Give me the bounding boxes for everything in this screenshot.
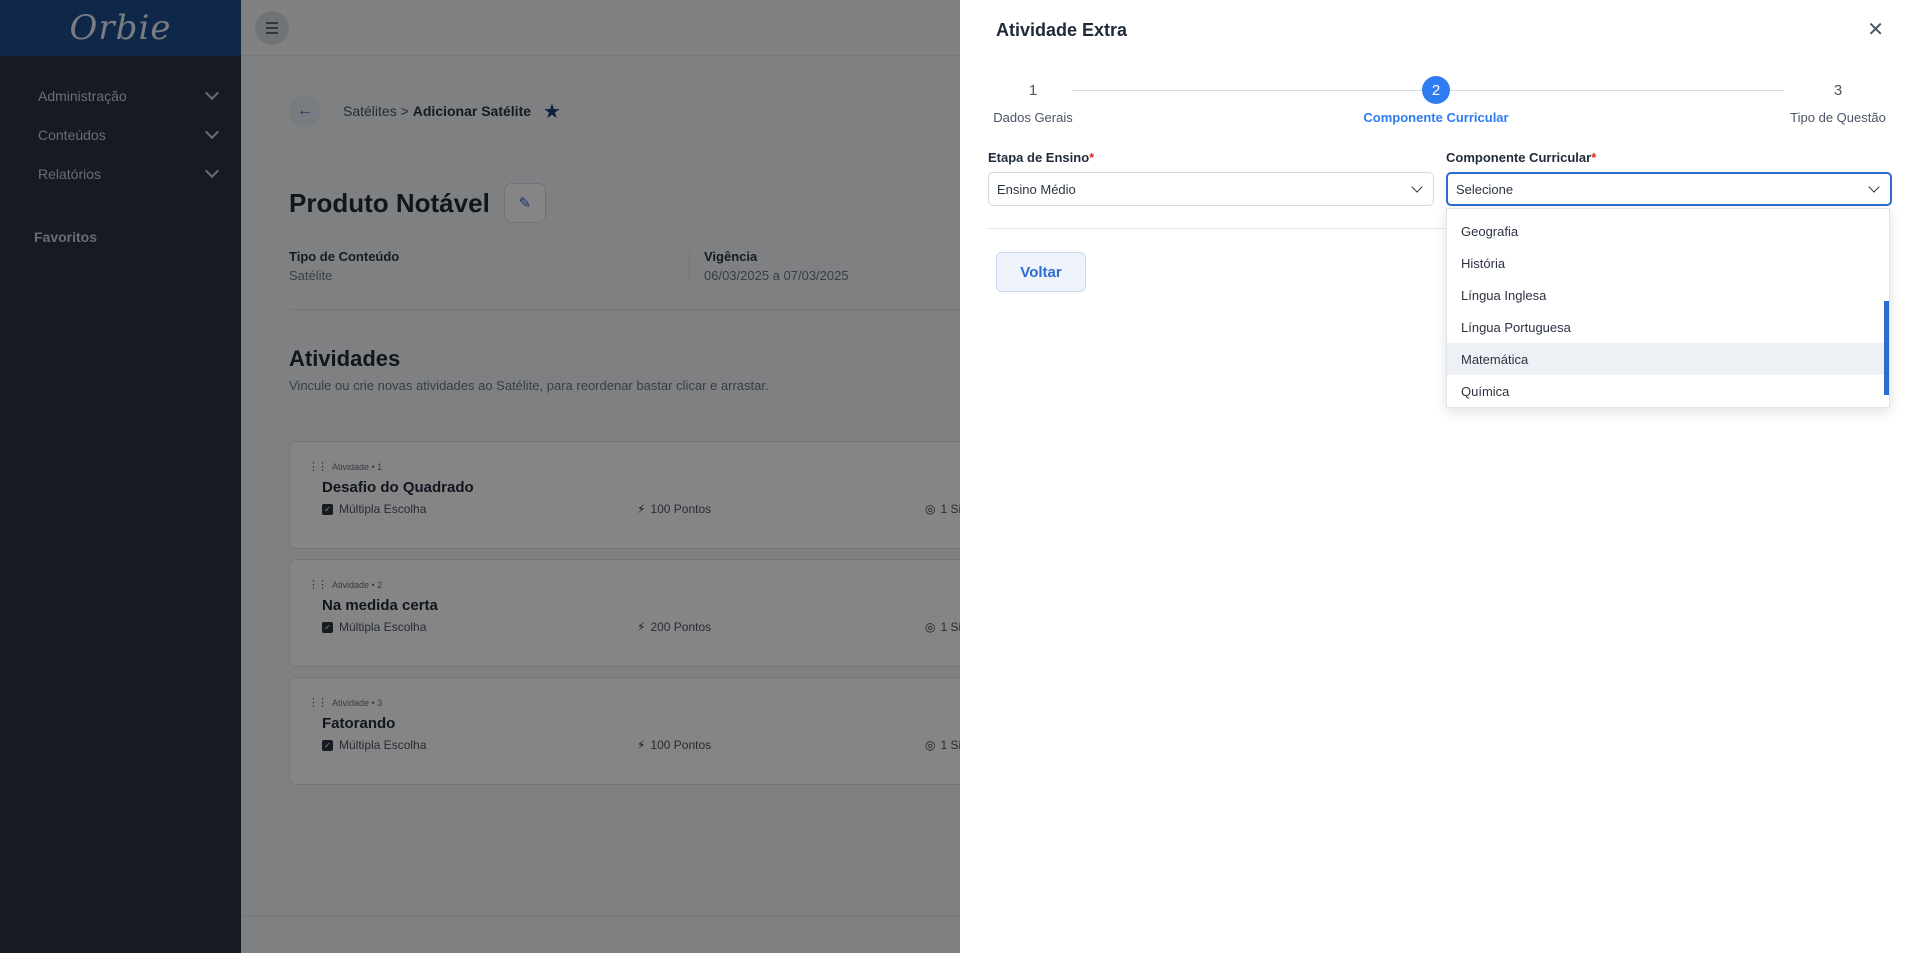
dropdown-option-hovered[interactable]: Matemática: [1447, 343, 1889, 375]
etapa-select[interactable]: Ensino Médio: [988, 172, 1434, 206]
chevron-down-icon: [1868, 181, 1880, 193]
step-3: 3 Tipo de Questão: [1788, 76, 1888, 126]
field-label-text: Etapa de Ensino: [988, 150, 1090, 165]
step-label: Componente Curricular: [1363, 110, 1509, 125]
step-number: 1: [1028, 81, 1038, 99]
componente-dropdown: Geografia História Língua Inglesa Língua…: [1446, 208, 1890, 408]
componente-select[interactable]: Selecione: [1446, 172, 1892, 206]
step-1: 1 Dados Gerais: [988, 76, 1078, 126]
componente-label: Componente Curricular*: [1446, 150, 1596, 165]
step-label: Dados Gerais: [993, 110, 1073, 125]
step-2: 2 Componente Curricular: [1356, 76, 1516, 125]
step-label: Tipo de Questão: [1790, 110, 1886, 125]
dropdown-option[interactable]: Geografia: [1447, 215, 1889, 247]
step-number: 3: [1833, 81, 1843, 99]
required-marker: *: [1089, 150, 1095, 165]
field-label-text: Componente Curricular: [1446, 150, 1592, 165]
drawer-title: Atividade Extra: [996, 20, 1128, 40]
voltar-button[interactable]: Voltar: [996, 252, 1086, 292]
dropdown-option[interactable]: Língua Portuguesa: [1447, 311, 1889, 343]
chevron-down-icon: [1411, 181, 1423, 193]
close-icon[interactable]: ✕: [1867, 20, 1884, 40]
activity-drawer: Atividade Extra ✕ 1 Dados Gerais 2 Compo…: [960, 0, 1920, 953]
select-value: Selecione: [1456, 181, 1514, 197]
dropdown-option[interactable]: Língua Inglesa: [1447, 279, 1889, 311]
select-value: Ensino Médio: [997, 181, 1076, 197]
dropdown-option[interactable]: Química: [1447, 375, 1889, 407]
required-marker: *: [1591, 150, 1597, 165]
etapa-label: Etapa de Ensino*: [988, 150, 1094, 165]
step-number-active: 2: [1422, 76, 1450, 104]
stepper: 1 Dados Gerais 2 Componente Curricular 3…: [988, 76, 1888, 136]
dropdown-scrollbar[interactable]: [1884, 301, 1889, 395]
dropdown-option[interactable]: História: [1447, 247, 1889, 279]
